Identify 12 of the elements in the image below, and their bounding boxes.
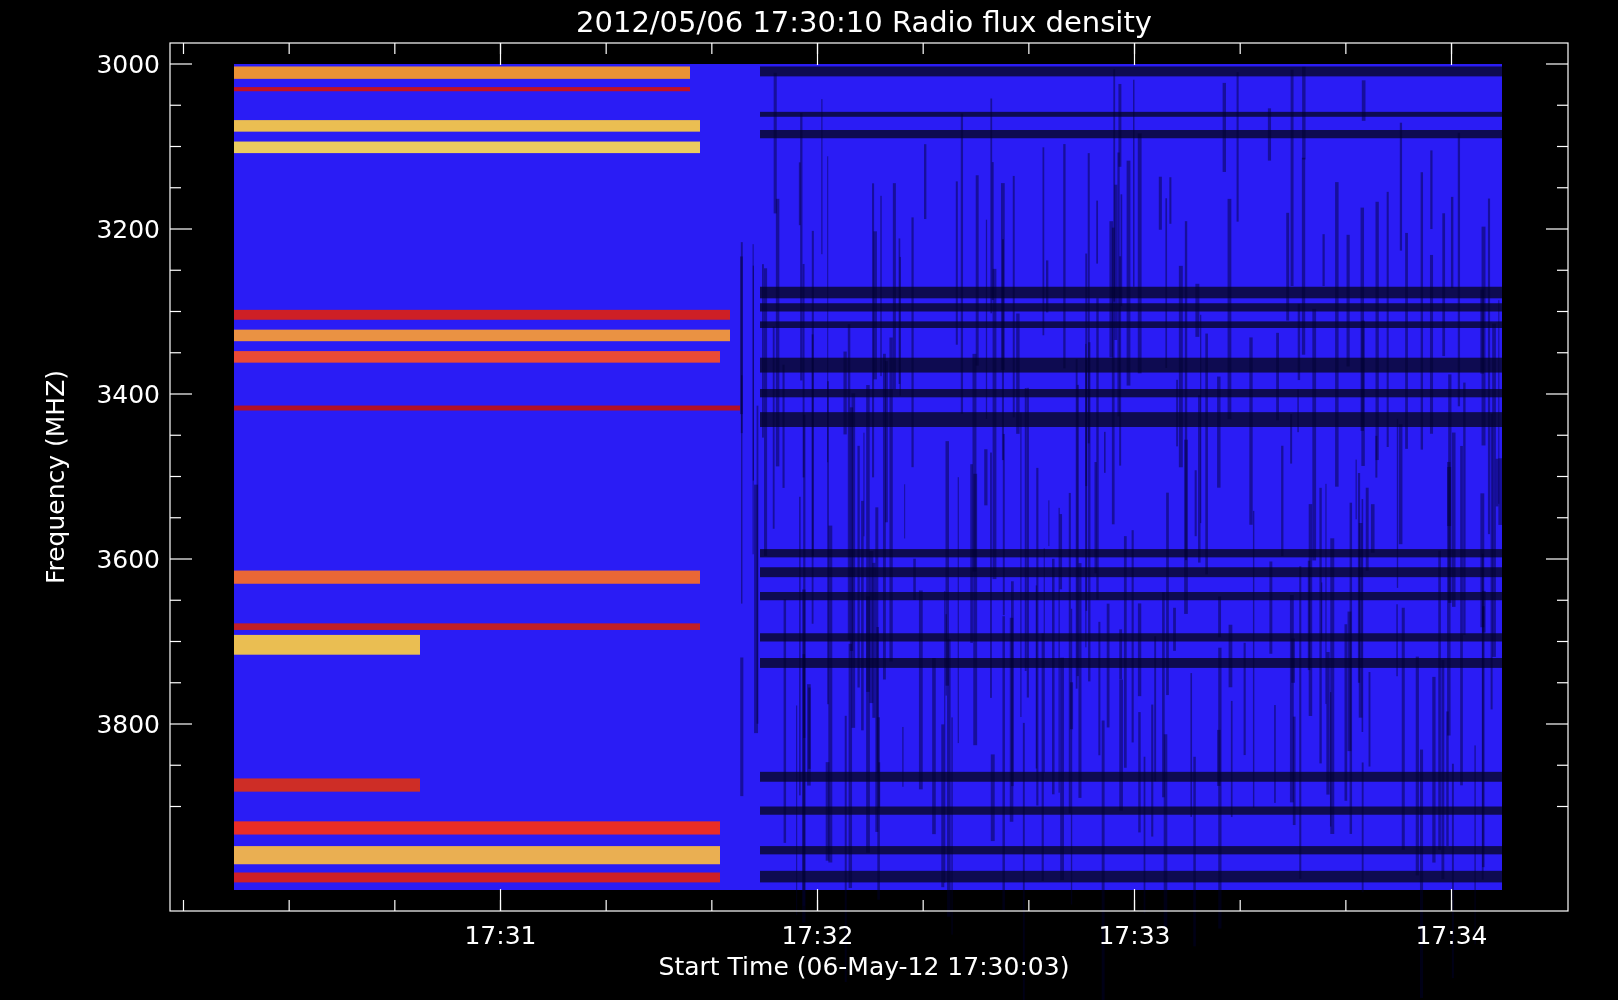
- x-tick-label: 17:34: [1415, 921, 1488, 950]
- y-tick-label: 3200: [96, 215, 160, 244]
- y-tick-label: 3600: [96, 545, 160, 574]
- x-tick-label: 17:33: [1098, 921, 1171, 950]
- x-tick-label: 17:31: [464, 921, 537, 950]
- y-axis-label: Frequency (MHZ): [41, 369, 70, 585]
- y-tick-label: 3800: [96, 710, 160, 739]
- chart-title: 2012/05/06 17:30:10 Radio flux density: [576, 5, 1152, 39]
- x-axis-label: Start Time (06-May-12 17:30:03): [658, 952, 1070, 981]
- x-tick-label: 17:32: [781, 921, 854, 950]
- y-tick-label: 3000: [96, 50, 160, 79]
- y-tick-label: 3400: [96, 380, 160, 409]
